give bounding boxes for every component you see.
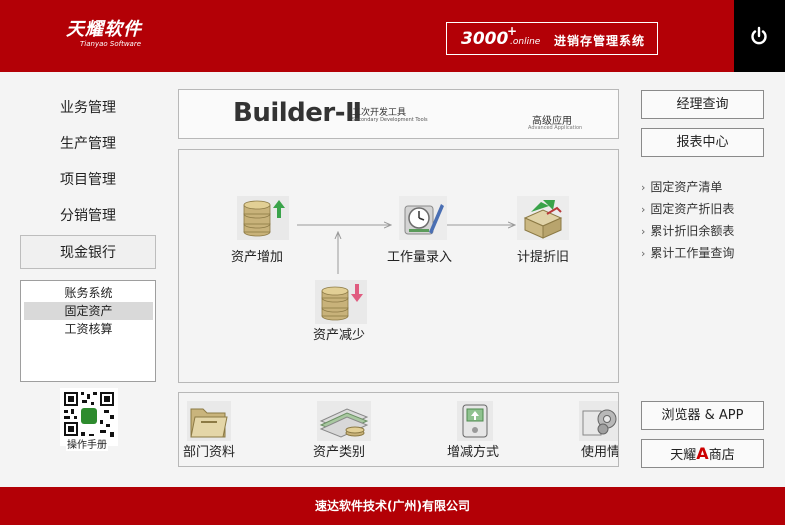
- logo-text-en: Tianyao Software: [80, 40, 142, 48]
- money-stack-icon: [317, 401, 371, 441]
- tianyao-store-button[interactable]: 天耀A商店: [641, 439, 764, 468]
- clock-pen-icon: [399, 196, 447, 240]
- chevron-right-icon: ›: [641, 247, 646, 260]
- module-department[interactable]: 部门资料: [183, 393, 243, 466]
- product-online: .online: [510, 37, 541, 47]
- product-name: 进销存管理系统: [554, 34, 646, 48]
- footer-bar: 速达软件技术(广州)有限公司: [0, 487, 785, 525]
- product-number: 3000: [461, 29, 509, 49]
- link-label: 固定资产折旧表: [650, 202, 735, 216]
- store-logo-letter: A: [696, 444, 709, 463]
- banner-subtitle-en: Secondary Development Tools: [352, 117, 428, 123]
- manager-query-button[interactable]: 经理查询: [641, 90, 764, 119]
- module-asset-category[interactable]: 资产类别: [311, 393, 381, 466]
- link-workload-query[interactable]: › 累计工作量查询: [641, 244, 734, 261]
- folder-icon: [187, 401, 231, 441]
- link-fixed-asset-list[interactable]: › 固定资产清单: [641, 178, 722, 195]
- subnav-item-fixed-assets[interactable]: 固定资产: [24, 302, 153, 320]
- module-strip: 部门资料 资产类别 增减方式 使用情: [178, 392, 619, 467]
- browser-app-button[interactable]: 浏览器 & APP: [641, 401, 764, 430]
- qr-manual-label[interactable]: 操作手册: [66, 436, 108, 451]
- subnav-item-accounting[interactable]: 账务系统: [24, 284, 153, 302]
- workflow-panel: 资产增加 工作量录入 计提折旧 资产减少: [178, 149, 619, 383]
- report-center-button[interactable]: 报表中心: [641, 128, 764, 157]
- gear-icon: [579, 401, 618, 441]
- store-label-post: 商店: [708, 448, 735, 463]
- power-button[interactable]: [734, 0, 785, 72]
- flow-node-workload-entry[interactable]: 工作量录入: [385, 192, 461, 266]
- coins-down-icon: [315, 280, 367, 324]
- module-label-asset-category: 资产类别: [313, 445, 366, 460]
- module-change-method[interactable]: 增减方式: [445, 393, 505, 466]
- sidebar-item-production[interactable]: 生产管理: [20, 127, 156, 161]
- phone-icon: [457, 401, 493, 441]
- subnav-item-payroll[interactable]: 工资核算: [24, 320, 153, 338]
- flow-label-asset-increase: 资产增加: [231, 250, 284, 265]
- link-label: 固定资产清单: [650, 180, 723, 194]
- flow-connectors: [297, 150, 618, 274]
- product-title-box: 3000 + .online 进销存管理系统: [446, 22, 658, 55]
- flow-node-asset-increase[interactable]: 资产增加: [231, 192, 301, 266]
- header-bar: 天耀软件 Tianyao Software 3000 + .online 进销存…: [0, 0, 785, 72]
- link-depreciation-table[interactable]: › 固定资产折旧表: [641, 200, 734, 217]
- flow-label-depreciation: 计提折旧: [517, 250, 570, 265]
- flow-label-asset-decrease: 资产减少: [313, 328, 366, 343]
- module-label-change-method: 增减方式: [447, 445, 500, 460]
- flow-node-asset-decrease[interactable]: 资产减少: [311, 276, 375, 346]
- sidebar-item-distribution[interactable]: 分销管理: [20, 199, 156, 233]
- link-label: 累计工作量查询: [650, 246, 735, 260]
- sidebar-subnav: 账务系统 固定资产 工资核算: [20, 280, 156, 382]
- builder-banner[interactable]: Builder-Ⅱ 二次开发工具 Secondary Development T…: [178, 89, 619, 139]
- company-logo: 天耀软件 Tianyao Software: [66, 19, 142, 49]
- sidebar-item-business[interactable]: 业务管理: [20, 91, 156, 125]
- power-icon: [751, 26, 767, 45]
- chevron-right-icon: ›: [641, 225, 646, 238]
- sidebar-item-project[interactable]: 项目管理: [20, 163, 156, 197]
- module-label-usage-status: 使用情况: [581, 445, 619, 460]
- module-usage-status[interactable]: 使用情况: [579, 393, 619, 466]
- banner-title: Builder-Ⅱ: [233, 98, 362, 128]
- box-arrow-icon: [517, 196, 569, 240]
- store-label-pre: 天耀: [670, 448, 697, 463]
- sidebar-item-cash-bank[interactable]: 现金银行: [20, 235, 156, 269]
- product-plus: +: [507, 24, 518, 38]
- chevron-right-icon: ›: [641, 203, 646, 216]
- logo-text-cn: 天耀软件: [66, 19, 142, 40]
- chevron-right-icon: ›: [641, 181, 646, 194]
- banner-advanced-en: Advanced Application: [528, 125, 583, 131]
- flow-node-depreciation[interactable]: 计提折旧: [515, 192, 579, 266]
- link-label: 累计折旧余额表: [650, 224, 735, 238]
- module-label-department: 部门资料: [183, 445, 236, 460]
- app-window: 天耀软件 Tianyao Software 3000 + .online 进销存…: [0, 0, 785, 525]
- coins-up-icon: [237, 196, 289, 240]
- link-accumulated-balance[interactable]: › 累计折旧余额表: [641, 222, 734, 239]
- flow-label-workload-entry: 工作量录入: [387, 250, 453, 265]
